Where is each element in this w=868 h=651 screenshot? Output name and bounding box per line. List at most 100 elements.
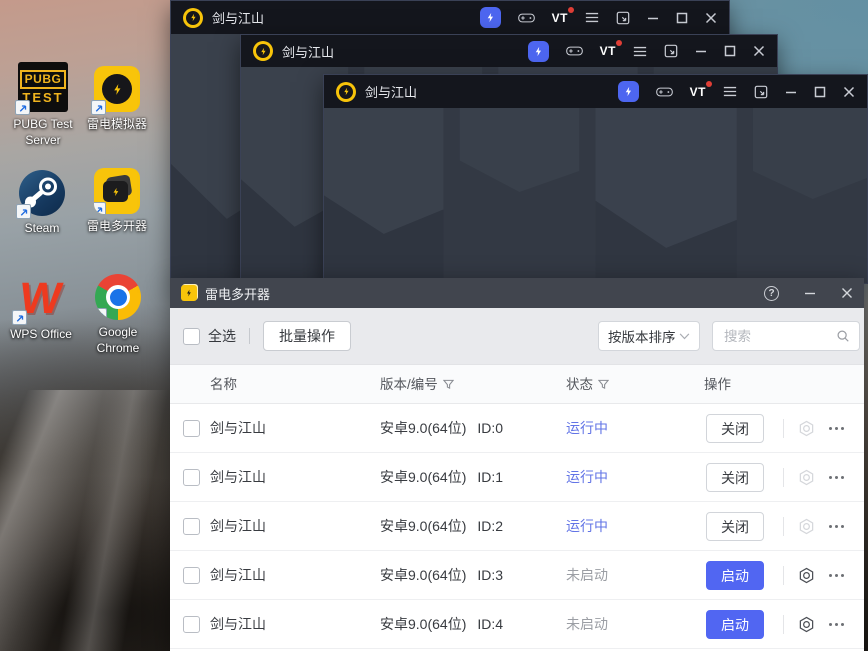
menu-icon[interactable] bbox=[723, 86, 737, 97]
minimize-icon[interactable] bbox=[804, 287, 816, 299]
vt-indicator[interactable]: VT bbox=[600, 40, 622, 58]
close-instance-button[interactable]: 关闭 bbox=[706, 463, 764, 492]
gamepad-icon[interactable] bbox=[565, 45, 583, 57]
more-options-icon[interactable] bbox=[829, 427, 844, 430]
menu-icon[interactable] bbox=[585, 12, 599, 23]
pubg-icon: PUBG TEST bbox=[15, 62, 68, 115]
minimize-icon[interactable] bbox=[695, 45, 707, 57]
start-instance-button[interactable]: 启动 bbox=[706, 561, 764, 590]
search-input[interactable] bbox=[722, 327, 836, 345]
close-icon[interactable] bbox=[843, 86, 855, 98]
emulator-titlebar[interactable]: 剑与江山 VT bbox=[171, 1, 729, 34]
vt-notification-dot bbox=[568, 6, 574, 13]
select-all-checkbox[interactable] bbox=[183, 327, 200, 345]
desktop-icon-steam[interactable]: Steam bbox=[1, 170, 83, 237]
maximize-icon[interactable] bbox=[814, 86, 826, 98]
search-icon bbox=[837, 330, 849, 342]
maximize-icon[interactable] bbox=[724, 45, 736, 57]
settings-gear-icon[interactable] bbox=[798, 567, 815, 584]
row-divider bbox=[783, 566, 784, 585]
instance-name: 剑与江山 bbox=[210, 420, 266, 436]
desktop-icon-multi-opener[interactable]: 雷电多开器 bbox=[76, 168, 158, 235]
multi-opener-window: 雷电多开器 ? 全选 批量操作 按版本排序 名称 版本/编号 bbox=[170, 278, 864, 651]
more-options-icon[interactable] bbox=[829, 623, 844, 626]
batch-operations-button[interactable]: 批量操作 bbox=[263, 321, 351, 351]
status-badge: 运行中 bbox=[566, 469, 608, 485]
settings-gear-icon[interactable] bbox=[798, 469, 815, 486]
start-instance-button[interactable]: 启动 bbox=[706, 610, 764, 639]
vt-indicator[interactable]: VT bbox=[552, 6, 574, 25]
shortcut-arrow-icon bbox=[15, 100, 30, 115]
settings-gear-icon[interactable] bbox=[798, 518, 815, 535]
column-header-version[interactable]: 版本/编号 bbox=[380, 365, 454, 403]
emulator-client-area bbox=[324, 108, 867, 283]
help-icon[interactable]: ? bbox=[764, 285, 779, 301]
row-divider bbox=[783, 419, 784, 438]
instance-id: ID:2 bbox=[477, 518, 504, 534]
minimize-icon[interactable] bbox=[647, 12, 659, 24]
emulator-titlebar[interactable]: 剑与江山 VT bbox=[241, 35, 777, 67]
desktop-icon-pubg-test-server[interactable]: PUBG TEST PUBG Test Server bbox=[2, 62, 84, 148]
status-badge: 运行中 bbox=[566, 420, 608, 436]
instance-id: ID:3 bbox=[477, 567, 504, 583]
desktop-icon-wps-office[interactable]: W WPS Office bbox=[0, 274, 82, 343]
more-options-icon[interactable] bbox=[829, 574, 844, 577]
settings-gear-icon[interactable] bbox=[798, 616, 815, 633]
close-icon[interactable] bbox=[841, 287, 853, 299]
steam-icon bbox=[16, 170, 65, 219]
manager-titlebar[interactable]: 雷电多开器 ? bbox=[170, 278, 864, 308]
gamepad-icon[interactable] bbox=[655, 86, 673, 98]
vt-notification-dot bbox=[616, 40, 622, 46]
boost-icon[interactable] bbox=[617, 81, 639, 102]
more-options-icon[interactable] bbox=[829, 525, 844, 528]
desktop-icon-google-chrome[interactable]: Google Chrome bbox=[77, 274, 159, 356]
close-instance-button[interactable]: 关闭 bbox=[706, 414, 764, 443]
multi-opener-logo-icon bbox=[181, 285, 197, 301]
shortcut-arrow-icon bbox=[94, 202, 106, 214]
row-checkbox[interactable] bbox=[183, 518, 200, 535]
gamepad-icon[interactable] bbox=[517, 12, 535, 24]
boost-icon[interactable] bbox=[527, 40, 549, 62]
more-options-icon[interactable] bbox=[829, 476, 844, 479]
column-header-name: 名称 bbox=[210, 376, 237, 392]
row-checkbox[interactable] bbox=[183, 616, 200, 633]
column-header-status[interactable]: 状态 bbox=[566, 365, 609, 403]
status-badge: 未启动 bbox=[566, 616, 608, 632]
instance-version: 安卓9.0(64位) bbox=[380, 469, 467, 485]
instance-id: ID:4 bbox=[477, 616, 504, 632]
row-checkbox[interactable] bbox=[183, 469, 200, 486]
desktop-screen: PUBG TEST PUBG Test Server 雷电模拟器 Steam 雷… bbox=[0, 0, 868, 651]
menu-icon[interactable] bbox=[633, 46, 647, 57]
table-row: 剑与江山 安卓9.0(64位) ID:0 运行中 关闭 bbox=[170, 404, 864, 453]
row-divider bbox=[783, 615, 784, 634]
instance-version: 安卓9.0(64位) bbox=[380, 616, 467, 632]
instance-name: 剑与江山 bbox=[210, 567, 266, 583]
shortcut-arrow-icon bbox=[16, 204, 31, 219]
manager-toolbar: 全选 批量操作 按版本排序 bbox=[170, 308, 864, 364]
emulator-titlebar[interactable]: 剑与江山 VT bbox=[324, 75, 867, 108]
row-divider bbox=[783, 517, 784, 536]
minimize-icon[interactable] bbox=[785, 86, 797, 98]
close-icon[interactable] bbox=[753, 45, 765, 57]
popout-icon[interactable] bbox=[754, 85, 768, 99]
select-all-label: 全选 bbox=[208, 328, 236, 344]
vt-indicator[interactable]: VT bbox=[690, 80, 712, 99]
popout-icon[interactable] bbox=[616, 11, 630, 25]
filter-icon bbox=[442, 379, 454, 389]
boost-icon[interactable] bbox=[479, 7, 501, 28]
sort-dropdown[interactable]: 按版本排序 bbox=[598, 321, 700, 351]
popout-icon[interactable] bbox=[664, 44, 678, 58]
desktop-icon-ldplayer[interactable]: 雷电模拟器 bbox=[76, 66, 158, 133]
ldplayer-logo-icon bbox=[253, 41, 273, 61]
close-icon[interactable] bbox=[705, 12, 717, 24]
column-header-action: 操作 bbox=[704, 376, 731, 392]
row-checkbox[interactable] bbox=[183, 567, 200, 584]
settings-gear-icon[interactable] bbox=[798, 420, 815, 437]
chrome-icon bbox=[95, 274, 141, 320]
close-instance-button[interactable]: 关闭 bbox=[706, 512, 764, 541]
desktop-icon-label: 雷电模拟器 bbox=[86, 117, 147, 131]
maximize-icon[interactable] bbox=[676, 12, 688, 24]
row-checkbox[interactable] bbox=[183, 420, 200, 437]
desktop-icon-label: WPS Office bbox=[10, 327, 72, 341]
wallpaper-mountain-texture bbox=[0, 390, 170, 651]
